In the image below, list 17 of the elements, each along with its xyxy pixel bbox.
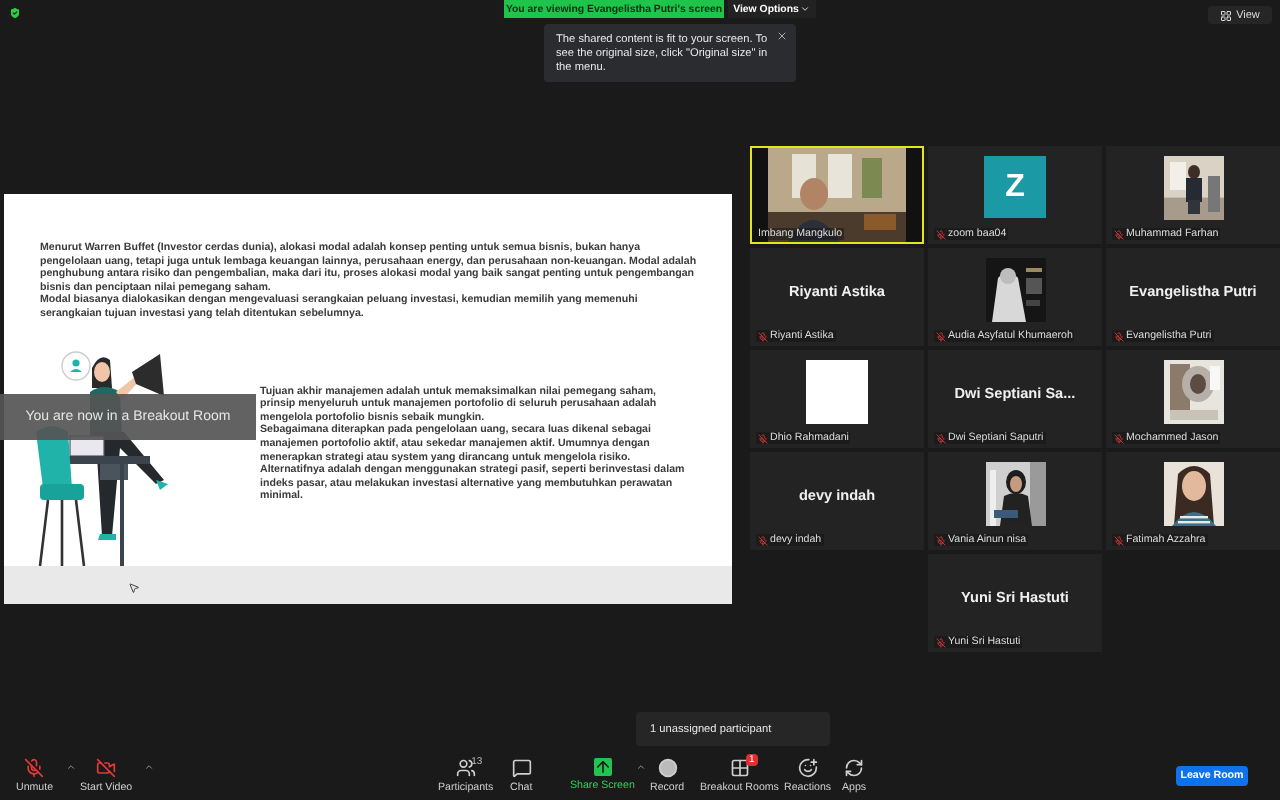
grid-icon	[729, 758, 750, 778]
smiley-icon	[797, 758, 818, 778]
caret-icon[interactable]	[65, 762, 76, 772]
video-off-icon	[96, 758, 117, 778]
chevron-down-icon	[800, 4, 811, 14]
profile-image	[806, 359, 868, 423]
close-icon[interactable]	[776, 30, 788, 42]
cursor-icon	[128, 582, 140, 594]
chat-bubble-icon	[511, 758, 532, 778]
grid-icon	[1220, 9, 1233, 21]
caret-icon[interactable]	[144, 762, 155, 772]
apps-icon	[844, 758, 865, 778]
security-shield-icon[interactable]	[8, 6, 22, 20]
people-icon	[455, 758, 476, 778]
record-circle-icon	[657, 758, 678, 778]
avatar-letter: Z	[984, 156, 1046, 218]
muted-mic-icon	[24, 758, 45, 778]
